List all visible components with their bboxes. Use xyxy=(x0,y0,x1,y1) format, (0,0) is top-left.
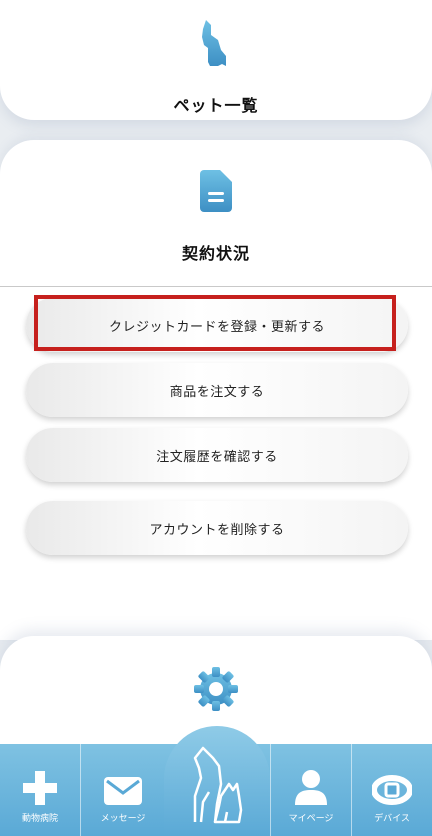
tab-label: 動物病院 xyxy=(21,814,58,824)
document-icon xyxy=(200,170,232,212)
tab-label: メッセージ xyxy=(100,814,146,824)
order-history-button[interactable]: 注文履歴を確認する xyxy=(26,428,408,482)
pet-list-card[interactable]: ペット一覧 xyxy=(0,0,432,120)
collar-icon xyxy=(372,775,412,805)
tab-label: デバイス xyxy=(374,814,410,824)
cross-icon xyxy=(23,771,57,805)
envelope-icon xyxy=(104,777,142,805)
tab-device[interactable]: デバイス xyxy=(352,744,432,836)
pet-list-title: ペット一覧 xyxy=(173,96,259,115)
dog-icon xyxy=(202,20,226,66)
dog-cat-logo-icon xyxy=(193,746,243,824)
tab-animal-hospital[interactable]: 動物病院 xyxy=(0,744,80,836)
home-logo-button[interactable] xyxy=(164,726,270,836)
divider xyxy=(0,286,432,287)
tab-my-page[interactable]: マイページ xyxy=(271,744,351,836)
order-product-button[interactable]: 商品を注文する xyxy=(26,363,408,417)
contract-title: 契約状況 xyxy=(181,244,250,263)
tab-messages[interactable]: メッセージ xyxy=(81,744,165,836)
gear-icon xyxy=(194,667,238,711)
register-credit-card-button[interactable]: クレジットカードを登録・更新する xyxy=(26,298,408,352)
tab-label: マイページ xyxy=(288,814,334,824)
person-icon xyxy=(295,770,327,805)
delete-account-button[interactable]: アカウントを削除する xyxy=(26,501,408,555)
